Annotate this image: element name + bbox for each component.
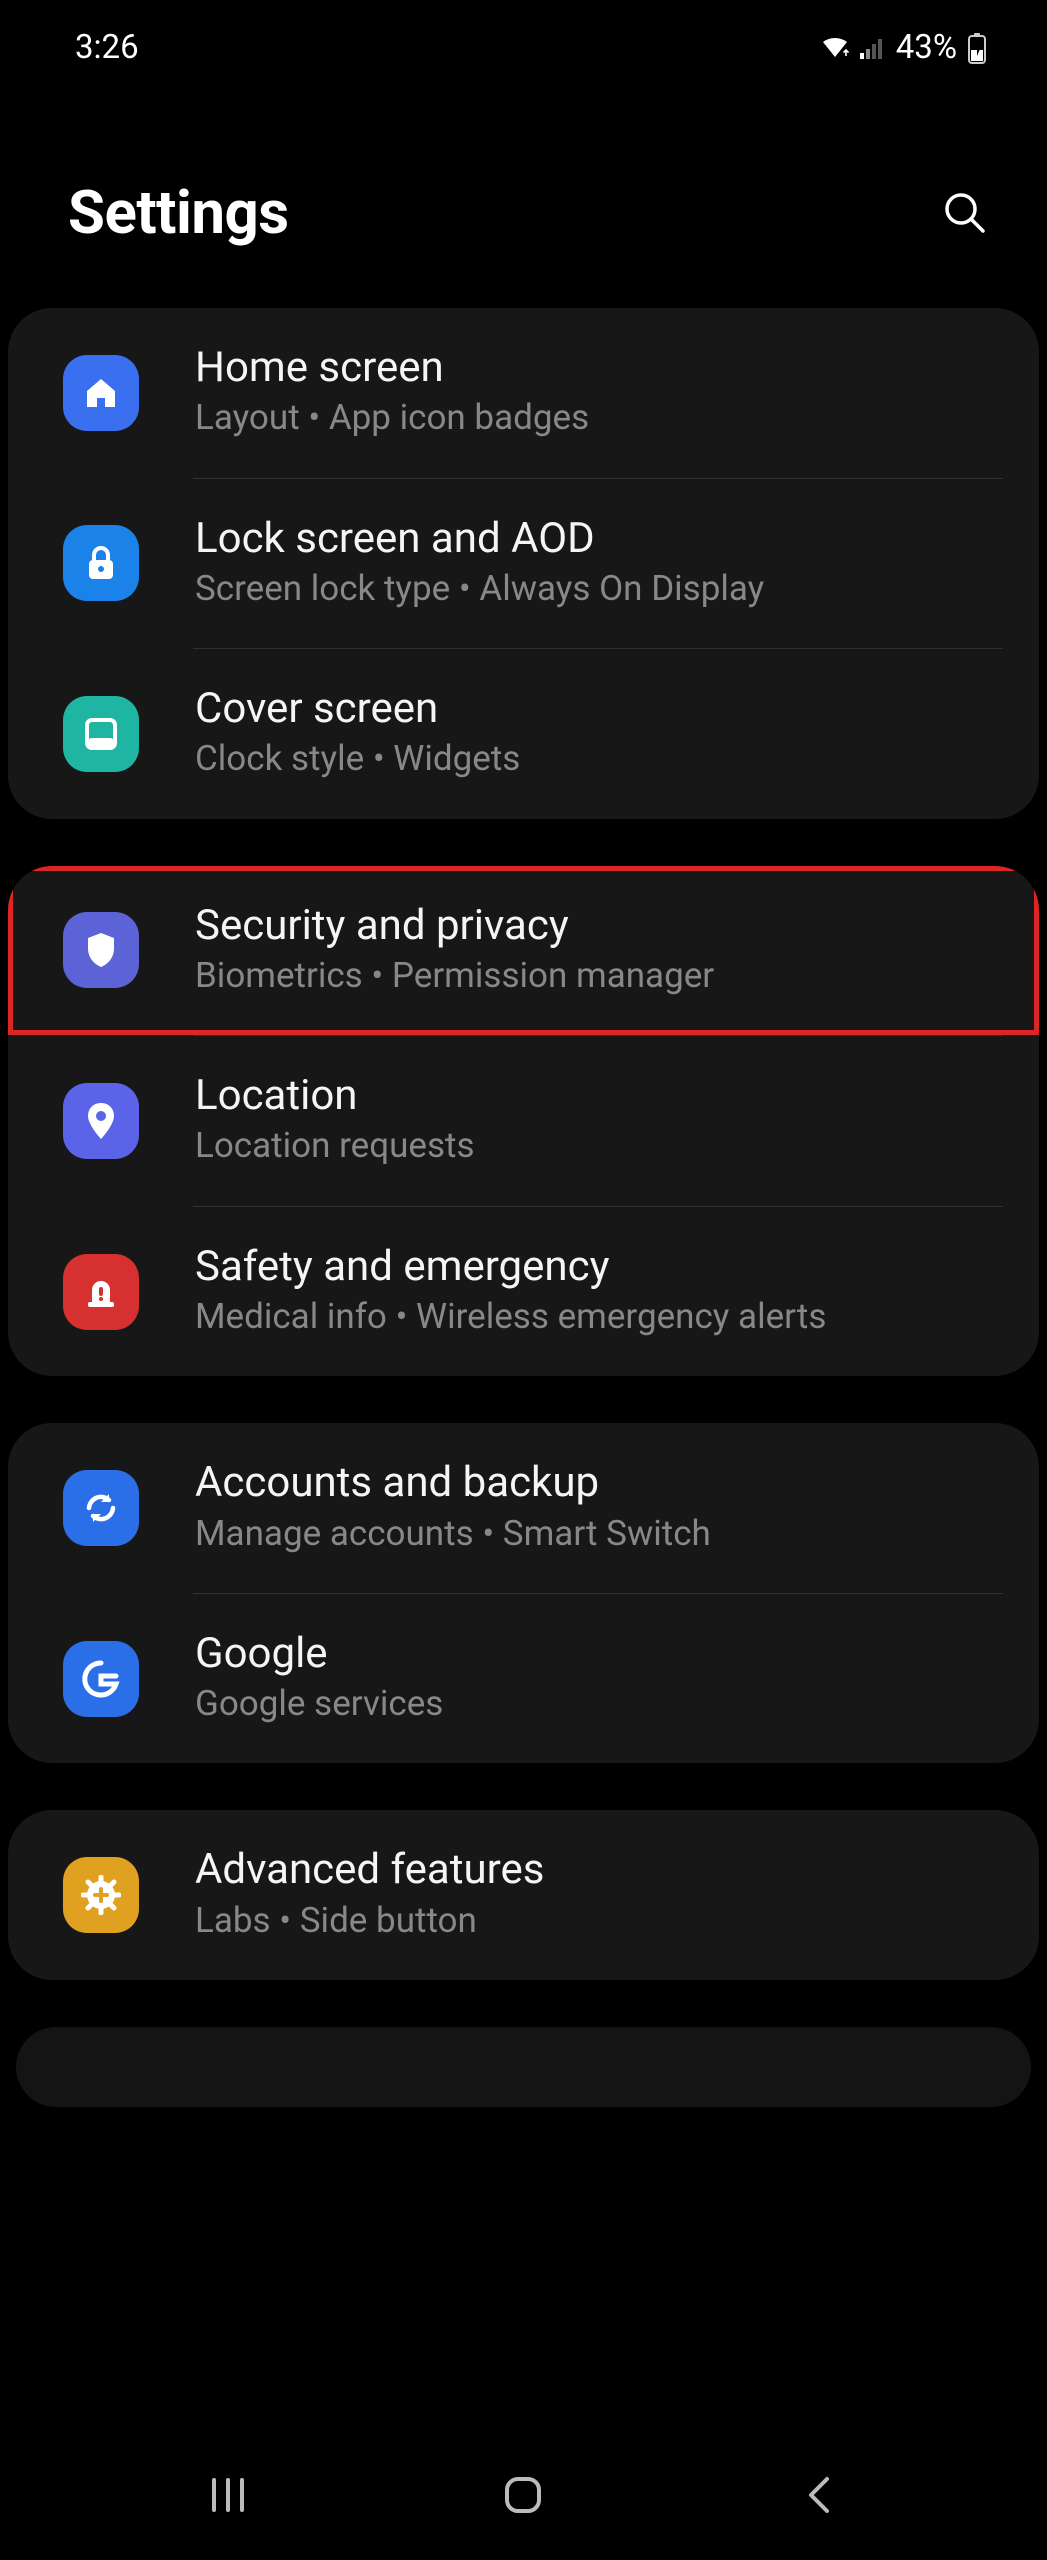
settings-item-text: Advanced featuresLabs • Side button: [195, 1846, 1003, 1944]
status-right: 43%: [820, 28, 987, 67]
search-icon: [941, 189, 989, 237]
settings-item-subtitle: Manage accounts • Smart Switch: [195, 1510, 1003, 1557]
home-icon: [63, 355, 139, 431]
settings-item-subtitle: Location requests: [195, 1122, 1003, 1169]
settings-item-advanced-features[interactable]: Advanced featuresLabs • Side button: [8, 1810, 1039, 1980]
settings-item-subtitle: Layout • App icon badges: [195, 394, 1003, 441]
back-icon: [797, 2473, 841, 2517]
shield-icon: [63, 912, 139, 988]
battery-percent: 43%: [896, 28, 957, 67]
settings-item-text: Cover screenClock style • Widgets: [195, 685, 1003, 783]
search-button[interactable]: [941, 189, 989, 237]
settings-group: Home screenLayout • App icon badges Lock …: [8, 308, 1039, 819]
settings-item-text: Security and privacyBiometrics • Permiss…: [195, 902, 1003, 1000]
settings-group: Accounts and backupManage accounts • Sma…: [8, 1423, 1039, 1763]
page-title: Settings: [68, 177, 289, 248]
settings-item-google[interactable]: GoogleGoogle services: [8, 1594, 1039, 1764]
settings-item-cover-screen[interactable]: Cover screenClock style • Widgets: [8, 649, 1039, 819]
settings-item-title: Cover screen: [195, 685, 1003, 733]
settings-item-safety-emergency[interactable]: Safety and emergencyMedical info • Wirel…: [8, 1207, 1039, 1377]
settings-item-home-screen[interactable]: Home screenLayout • App icon badges: [8, 308, 1039, 478]
settings-item-text: Safety and emergencyMedical info • Wirel…: [195, 1243, 1003, 1341]
page-header: Settings: [0, 87, 1047, 308]
settings-item-title: Advanced features: [195, 1846, 1003, 1894]
recents-button[interactable]: [188, 2475, 268, 2515]
settings-item-subtitle: Clock style • Widgets: [195, 735, 1003, 782]
settings-item-subtitle: Labs • Side button: [195, 1897, 1003, 1944]
pin-icon: [63, 1083, 139, 1159]
back-button[interactable]: [779, 2475, 859, 2515]
cover-icon: [63, 696, 139, 772]
settings-item-title: Home screen: [195, 344, 1003, 392]
gear-plus-icon: [63, 1857, 139, 1933]
status-time: 3:26: [75, 28, 139, 67]
next-group-peek: [16, 2027, 1031, 2107]
settings-item-subtitle: Google services: [195, 1680, 1003, 1727]
battery-icon: [967, 32, 987, 64]
settings-item-accounts-backup[interactable]: Accounts and backupManage accounts • Sma…: [8, 1423, 1039, 1593]
recents-icon: [206, 2475, 250, 2515]
google-icon: [63, 1641, 139, 1717]
settings-group: Advanced featuresLabs • Side button: [8, 1810, 1039, 1980]
settings-item-subtitle: Biometrics • Permission manager: [195, 952, 1003, 999]
settings-item-title: Accounts and backup: [195, 1459, 1003, 1507]
settings-item-text: Home screenLayout • App icon badges: [195, 344, 1003, 442]
settings-item-security-privacy[interactable]: Security and privacyBiometrics • Permiss…: [8, 866, 1039, 1036]
home-button[interactable]: [483, 2475, 563, 2515]
settings-content: Home screenLayout • App icon badges Lock …: [0, 308, 1047, 2107]
settings-item-title: Google: [195, 1630, 1003, 1678]
settings-item-subtitle: Screen lock type • Always On Display: [195, 565, 1003, 612]
home-nav-icon: [501, 2473, 545, 2517]
settings-item-title: Safety and emergency: [195, 1243, 1003, 1291]
settings-item-text: Accounts and backupManage accounts • Sma…: [195, 1459, 1003, 1557]
settings-item-text: GoogleGoogle services: [195, 1630, 1003, 1728]
settings-item-title: Location: [195, 1072, 1003, 1120]
siren-icon: [63, 1254, 139, 1330]
sync-icon: [63, 1470, 139, 1546]
settings-item-lock-screen[interactable]: Lock screen and AODScreen lock type • Al…: [8, 479, 1039, 649]
navigation-bar: [0, 2430, 1047, 2560]
settings-item-title: Security and privacy: [195, 902, 1003, 950]
settings-item-location[interactable]: LocationLocation requests: [8, 1036, 1039, 1206]
settings-item-text: LocationLocation requests: [195, 1072, 1003, 1170]
lock-icon: [63, 525, 139, 601]
settings-item-subtitle: Medical info • Wireless emergency alerts: [195, 1293, 1003, 1340]
cellular-icon: [860, 37, 886, 59]
settings-group: Security and privacyBiometrics • Permiss…: [8, 866, 1039, 1377]
wifi-icon: [820, 36, 850, 60]
settings-item-text: Lock screen and AODScreen lock type • Al…: [195, 515, 1003, 613]
settings-item-title: Lock screen and AOD: [195, 515, 1003, 563]
status-bar: 3:26 43%: [0, 0, 1047, 87]
